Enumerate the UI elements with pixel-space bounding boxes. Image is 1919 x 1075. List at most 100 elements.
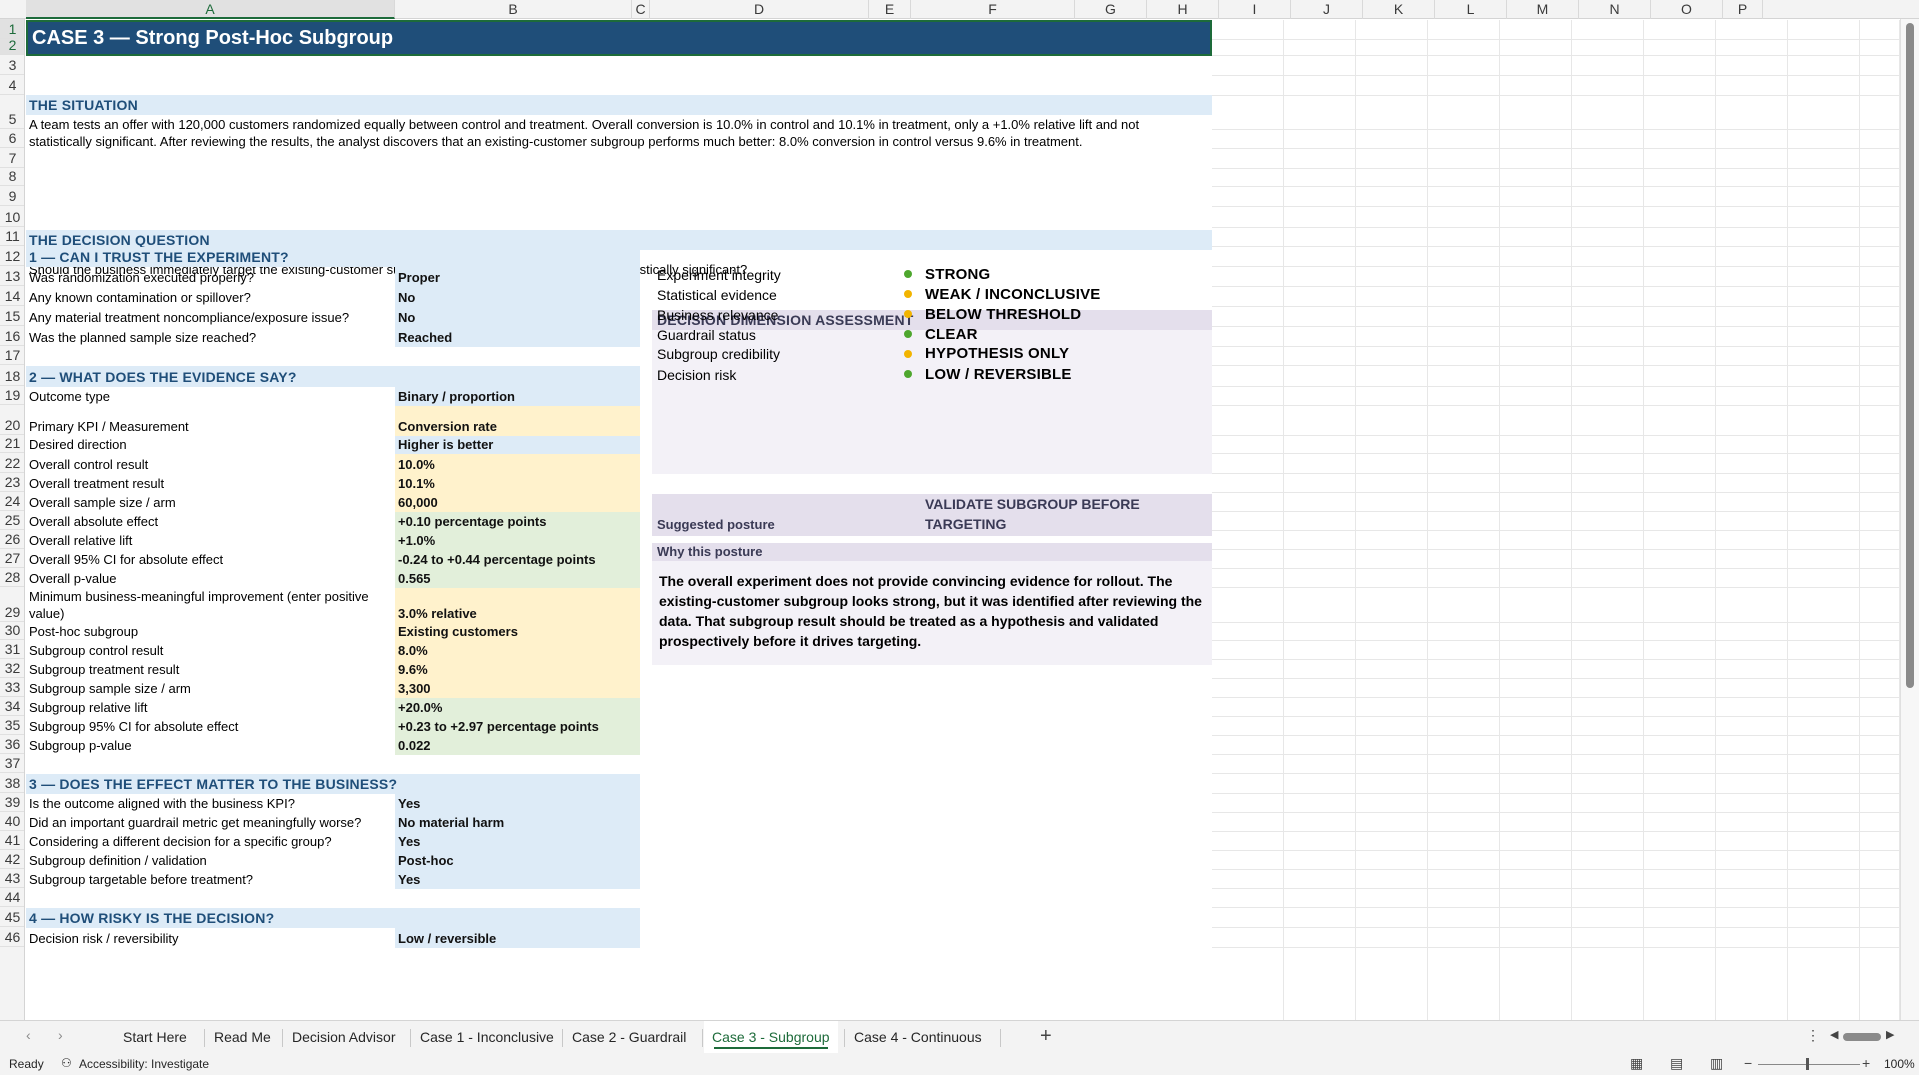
row-value-cell[interactable]: 3,300 [395,679,640,698]
sheet-tab-4[interactable]: Case 1 - Inconclusive [412,1021,562,1054]
column-header-l[interactable]: L [1435,0,1507,19]
row-header-24[interactable]: 24 [0,492,24,511]
column-header-p[interactable]: P [1723,0,1763,19]
column-header-g[interactable]: G [1075,0,1147,19]
normal-view-icon[interactable]: ▦ [1630,1055,1643,1072]
row-value-cell[interactable]: 0.565 [395,569,640,588]
sheet-tab-5[interactable]: Case 2 - Guardrail [564,1021,694,1054]
row-value-cell[interactable]: 9.6% [395,660,640,679]
row-header-17[interactable]: 17 [0,346,24,365]
row-header-7[interactable]: 7 [0,148,24,168]
page-break-icon[interactable]: ▥ [1710,1055,1723,1072]
row-header-22[interactable]: 22 [0,453,24,473]
next-sheet-icon[interactable]: › [58,1027,63,1043]
zoom-out-icon[interactable]: − [1744,1055,1752,1071]
row-value-cell[interactable]: Binary / proportion [395,387,640,406]
case-title[interactable]: CASE 3 — Strong Post-Hoc Subgroup [26,20,1212,56]
row-value-cell[interactable]: +20.0% [395,698,640,717]
row-value-cell[interactable]: +0.23 to +2.97 percentage points [395,717,640,736]
row-header-37[interactable]: 37 [0,754,24,773]
assessment-value[interactable]: STRONG [922,265,1212,285]
row-header-27[interactable]: 27 [0,549,24,568]
more-options-icon[interactable]: ⋮ [1806,1027,1820,1044]
row-header-43[interactable]: 43 [0,869,24,888]
row-header-29[interactable]: 29 [0,587,24,622]
column-header-f[interactable]: F [911,0,1075,19]
row-header-45[interactable]: 45 [0,907,24,927]
row-header-16[interactable]: 16 [0,326,24,346]
row-header-12[interactable]: 12 [0,246,24,266]
column-header-j[interactable]: J [1291,0,1363,19]
row-header-42[interactable]: 42 [0,850,24,869]
worksheet-grid[interactable]: CASE 3 — Strong Post-Hoc Subgroup THE SI… [26,20,1900,1020]
row-value-cell[interactable]: Post-hoc [395,851,640,870]
column-header-n[interactable]: N [1579,0,1651,19]
row-header-5[interactable]: 5 [0,95,24,129]
row-header-2[interactable]: 2 [0,37,24,55]
row-header-3[interactable]: 3 [0,55,24,75]
row-header-8[interactable]: 8 [0,168,24,186]
row-value-cell[interactable]: Yes [395,794,640,813]
row-value-cell[interactable]: Low / reversible [395,928,640,948]
row-header-13[interactable]: 13 [0,266,24,286]
scroll-right-icon[interactable]: ▶ [1886,1028,1894,1041]
column-header-o[interactable]: O [1651,0,1723,19]
row-value-cell[interactable]: Existing customers [395,623,640,641]
row-header-1[interactable]: 1 [0,19,24,39]
row-header-19[interactable]: 19 [0,386,24,405]
row-header-46[interactable]: 46 [0,927,24,947]
assessment-value[interactable]: WEAK / INCONCLUSIVE [922,285,1212,305]
row-value-cell[interactable]: +1.0% [395,531,640,550]
zoom-slider[interactable] [1758,1064,1860,1065]
row-header-15[interactable]: 15 [0,306,24,326]
row-header-10[interactable]: 10 [0,206,24,227]
prev-sheet-icon[interactable]: ‹ [26,1027,31,1043]
assessment-value[interactable]: CLEAR [922,325,1212,345]
row-header-11[interactable]: 11 [0,227,24,246]
scroll-thumb[interactable] [1906,23,1914,688]
row-value-cell[interactable]: -0.24 to +0.44 percentage points [395,550,640,569]
assessment-value[interactable]: HYPOTHESIS ONLY [922,345,1212,364]
sheet-tab-1[interactable]: Start Here [115,1021,195,1054]
row-value-cell[interactable]: Higher is better [395,436,640,454]
row-header-6[interactable]: 6 [0,129,24,148]
row-header-28[interactable]: 28 [0,568,24,587]
column-header-h[interactable]: H [1147,0,1219,19]
row-header-38[interactable]: 38 [0,773,24,793]
row-header-39[interactable]: 39 [0,793,24,812]
accessibility-icon[interactable]: ⚇ [61,1056,72,1070]
zoom-in-icon[interactable]: + [1862,1055,1870,1071]
row-header-9[interactable]: 9 [0,186,24,206]
column-header-d[interactable]: D [650,0,869,19]
sheet-tab-3[interactable]: Decision Advisor [284,1021,404,1054]
row-header-35[interactable]: 35 [0,716,24,735]
column-header-k[interactable]: K [1363,0,1435,19]
column-header-i[interactable]: I [1219,0,1291,19]
row-header-4[interactable]: 4 [0,75,24,95]
sheet-tab-7[interactable]: Case 4 - Continuous [846,1021,990,1054]
row-header-23[interactable]: 23 [0,473,24,492]
row-header-34[interactable]: 34 [0,697,24,716]
vertical-scrollbar[interactable] [1900,19,1919,1020]
row-header-26[interactable]: 26 [0,530,24,549]
row-header-32[interactable]: 32 [0,659,24,678]
row-header-40[interactable]: 40 [0,812,24,831]
row-header-31[interactable]: 31 [0,640,24,659]
row-header-14[interactable]: 14 [0,286,24,306]
row-value-cell[interactable]: No material harm [395,813,640,832]
row-value-cell[interactable]: 0.022 [395,736,640,755]
column-header-c[interactable]: C [632,0,650,19]
row-value-cell[interactable]: Reached [395,327,640,347]
row-value-cell[interactable]: 8.0% [395,641,640,660]
row-value-cell[interactable]: No [395,287,640,307]
row-value-cell[interactable]: Yes [395,832,640,851]
row-value-cell[interactable]: No [395,307,640,327]
page-layout-icon[interactable]: ▤ [1670,1055,1683,1072]
row-value-cell[interactable]: Yes [395,870,640,889]
row-value-cell[interactable]: Proper [395,267,640,287]
row-header-33[interactable]: 33 [0,678,24,697]
row-value-cell[interactable]: 3.0% relative [395,588,640,623]
horizontal-scroll-thumb[interactable] [1843,1033,1881,1041]
row-value-cell[interactable]: 10.0% [395,454,640,474]
row-value-cell[interactable]: 60,000 [395,493,640,512]
